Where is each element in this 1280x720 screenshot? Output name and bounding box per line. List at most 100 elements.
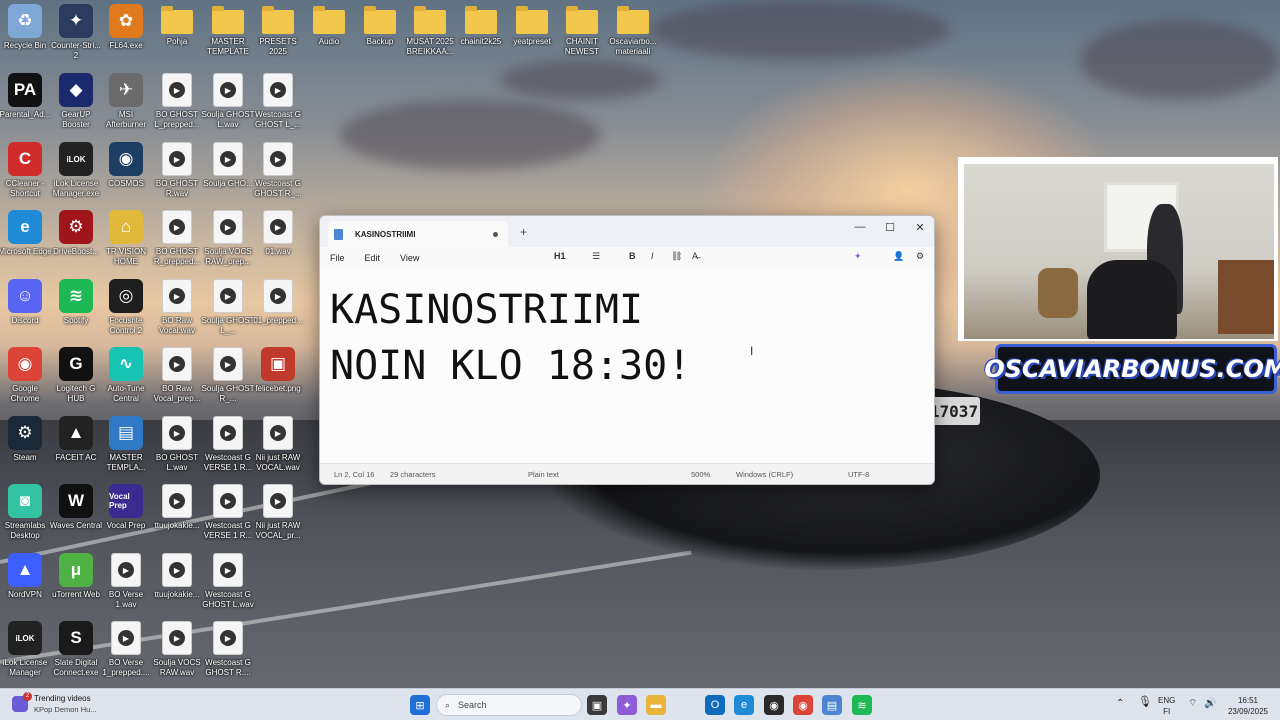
desktop-icon[interactable]: ◎ Focusrite Control 2 — [101, 279, 151, 336]
desktop-icon[interactable]: ▶ ttuujokakie... — [152, 553, 202, 600]
desktop-icon[interactable]: ▲ NordVPN — [0, 553, 50, 600]
desktop-icon[interactable]: W Waves Central — [50, 484, 102, 531]
clear-formatting-icon[interactable]: A̶ — [692, 251, 698, 261]
copilot-icon[interactable]: ✦ — [617, 695, 637, 715]
desktop-icon[interactable]: ∿ Auto-Tune Central — [101, 347, 151, 404]
desktop-icon[interactable]: chainit2k25 — [456, 4, 506, 47]
desktop-icon[interactable]: ◉ Google Chrome — [0, 347, 50, 404]
maximize-button[interactable]: ☐ — [880, 221, 900, 234]
desktop-icon[interactable]: yeatpreset — [507, 4, 557, 47]
desktop-icon[interactable]: ≋ Spotify — [51, 279, 101, 326]
desktop-icon[interactable]: ◉ COSMOS — [101, 142, 151, 189]
desktop-icon[interactable]: ▶ Soulja GHO... — [203, 142, 253, 189]
outlook-icon[interactable]: O — [705, 695, 725, 715]
desktop-icon[interactable]: e Microsoft Edge — [0, 210, 52, 257]
desktop-icon[interactable]: S Slate Digital Connect.exe — [51, 621, 101, 678]
editor-area[interactable]: KASINOSTRIIMI NOIN KLO 18:30! I — [320, 268, 934, 464]
desktop-icon[interactable]: ▶ Nii just RAW VOCAL_pr... — [253, 484, 303, 541]
desktop-icon[interactable]: ✦ Counter-Stri... 2 — [51, 4, 101, 61]
new-tab-button[interactable]: + — [520, 225, 527, 239]
desktop-icon[interactable]: μ uTorrent Web — [51, 553, 101, 600]
desktop-icon[interactable]: ▶ Westcoast G VERSE 1 R... — [203, 416, 253, 473]
clock[interactable]: 16:51 23/09/2025 — [1224, 695, 1272, 717]
desktop-icon[interactable]: ▶ BO Verse 1_prepped.... — [101, 621, 151, 678]
volume-icon[interactable]: 🔊 — [1204, 698, 1216, 709]
desktop-icon[interactable]: ▶ Soulja VOCS RAW.wav — [152, 621, 202, 678]
language-indicator[interactable]: ENG FI — [1158, 695, 1175, 717]
desktop-icon[interactable]: Audio — [304, 4, 354, 47]
task-view-icon[interactable]: ▣ — [587, 695, 607, 715]
desktop-icon[interactable]: PRESETS 2025 — [253, 4, 303, 57]
desktop-icon[interactable]: ♻ Recycle Bin — [0, 4, 50, 51]
desktop-icon[interactable]: ▶ Westcoast G GHOST R_... — [253, 142, 303, 199]
close-button[interactable]: ✕ — [910, 221, 930, 234]
widgets-button[interactable]: 2 Trending videos KPop Demon Hu... — [12, 692, 97, 715]
menu-edit[interactable]: Edit — [365, 253, 381, 263]
desktop-icon[interactable]: ▶ ttuujokakie... — [152, 484, 202, 531]
desktop-icon[interactable]: Vocal Prep Vocal Prep — [101, 484, 151, 531]
desktop-icon[interactable]: ▶ Soulja GHOST L_... — [202, 279, 254, 336]
desktop-icon[interactable]: ⚙ Steam — [0, 416, 50, 463]
start-icon[interactable]: ⊞ — [410, 695, 430, 715]
desktop-icon[interactable]: Oscaviarbo... materiaali — [608, 4, 658, 57]
status-zoom[interactable]: 500% — [691, 470, 710, 479]
minimize-button[interactable]: — — [850, 221, 870, 233]
desktop-icon[interactable]: iLOK iLok License Manager.exe — [51, 142, 101, 199]
menu-file[interactable]: File — [330, 253, 345, 263]
list-icon[interactable]: ☰ — [592, 251, 600, 262]
desktop-icon[interactable]: C CCleaner - Shortcut — [0, 142, 50, 199]
desktop-icon[interactable]: iLOK iLok License Manager — [0, 621, 50, 678]
file-explorer-icon[interactable]: ▬ — [646, 695, 666, 715]
spotify-icon[interactable]: ≋ — [852, 695, 872, 715]
desktop-icon[interactable]: ▶ BO GHOST L_prepped... — [152, 73, 202, 130]
title-bar[interactable]: KASINOSTRIIMI + — ☐ ✕ — [320, 216, 934, 247]
desktop-icon[interactable]: ▶ Westcoast G VERSE 1 R... — [203, 484, 253, 541]
desktop-icon[interactable]: ⌂ TR VISION HOME — [101, 210, 151, 267]
desktop-icon[interactable]: MASTER TEMPLATE — [203, 4, 253, 57]
camo-icon[interactable]: ◉ — [764, 695, 784, 715]
desktop-icon[interactable]: G Logitech G HUB — [51, 347, 101, 404]
desktop-icon[interactable]: MUSAT 2025 BREIKKAA... — [405, 4, 455, 57]
desktop-icon[interactable]: ▶ BO GHOST R.wav — [152, 142, 202, 199]
notepad-icon[interactable]: ▤ — [822, 695, 842, 715]
desktop-icon[interactable]: ▶ Westcoast G GHOST L.wav — [202, 553, 254, 610]
desktop-icon[interactable]: ⚙ DriveBoost... — [51, 210, 101, 257]
tab-kasinostriimi[interactable]: KASINOSTRIIMI — [328, 221, 508, 247]
wifi-icon[interactable]: ⌔ — [1188, 698, 1197, 709]
desktop-icon[interactable]: ▶ 01_prepped... — [253, 279, 303, 326]
italic-button[interactable]: I — [651, 251, 654, 261]
desktop-icon[interactable]: ▶ Westcoast G GHOST L_... — [253, 73, 303, 130]
heading-dropdown[interactable]: H1 — [554, 251, 566, 261]
desktop-icon[interactable]: ▶ Soulja GHOST R_... — [202, 347, 254, 404]
desktop-icon[interactable]: ▶ Soulja VOCS RAW_prep... — [203, 210, 253, 267]
desktop-icon[interactable]: ▶ BO Raw Vocal.wav — [152, 279, 202, 336]
desktop-icon[interactable]: ▶ Soulja GHOST L.wav — [202, 73, 254, 130]
desktop-icon[interactable]: CHAINIT NEWEST — [557, 4, 607, 57]
desktop-icon[interactable]: ▤ MASTER TEMPLA... — [101, 416, 151, 473]
desktop-icon[interactable]: ▶ Nii just RAW VOCAL.wav — [253, 416, 303, 473]
desktop-icon[interactable]: Pohja — [152, 4, 202, 47]
desktop-icon[interactable]: ▣ felicebet.png — [253, 347, 303, 394]
desktop-icon[interactable]: ▶ BO Verse 1.wav — [101, 553, 151, 610]
taskbar-search[interactable]: ⌕ Search — [436, 694, 582, 716]
desktop-icon[interactable]: ▶ BO Raw Vocal_prep... — [152, 347, 202, 404]
desktop-icon[interactable]: ◙ Streamlabs Desktop — [0, 484, 50, 541]
desktop-icon[interactable]: ▶ 01.wav — [253, 210, 303, 257]
copilot-icon[interactable]: ✦ — [854, 251, 862, 262]
desktop-icon[interactable]: ✈ MSI Afterburner — [101, 73, 151, 130]
chevron-up-icon[interactable]: ⌃ — [1116, 698, 1124, 709]
menu-view[interactable]: View — [400, 253, 419, 263]
settings-icon[interactable]: ⚙ — [916, 251, 924, 262]
desktop-icon[interactable]: ✿ FL64.exe — [101, 4, 151, 51]
account-icon[interactable]: 👤 — [893, 251, 904, 262]
editor-text[interactable]: KASINOSTRIIMI NOIN KLO 18:30! — [330, 282, 924, 394]
microphone-icon[interactable]: 🎙 — [1138, 697, 1152, 708]
chrome-icon[interactable]: ◉ — [793, 695, 813, 715]
notepad-window[interactable]: KASINOSTRIIMI + — ☐ ✕ File Edit View H1 … — [319, 215, 935, 485]
desktop-icon[interactable]: ◆ GearUP Booster — [51, 73, 101, 130]
desktop-icon[interactable]: PA Parental_Ad... — [0, 73, 50, 120]
edge-icon[interactable]: e — [734, 695, 754, 715]
desktop-icon[interactable]: Backup — [355, 4, 405, 47]
desktop-icon[interactable]: ▶ BO GHOST L.wav — [152, 416, 202, 473]
desktop-icon[interactable]: ☺ Discord — [0, 279, 50, 326]
